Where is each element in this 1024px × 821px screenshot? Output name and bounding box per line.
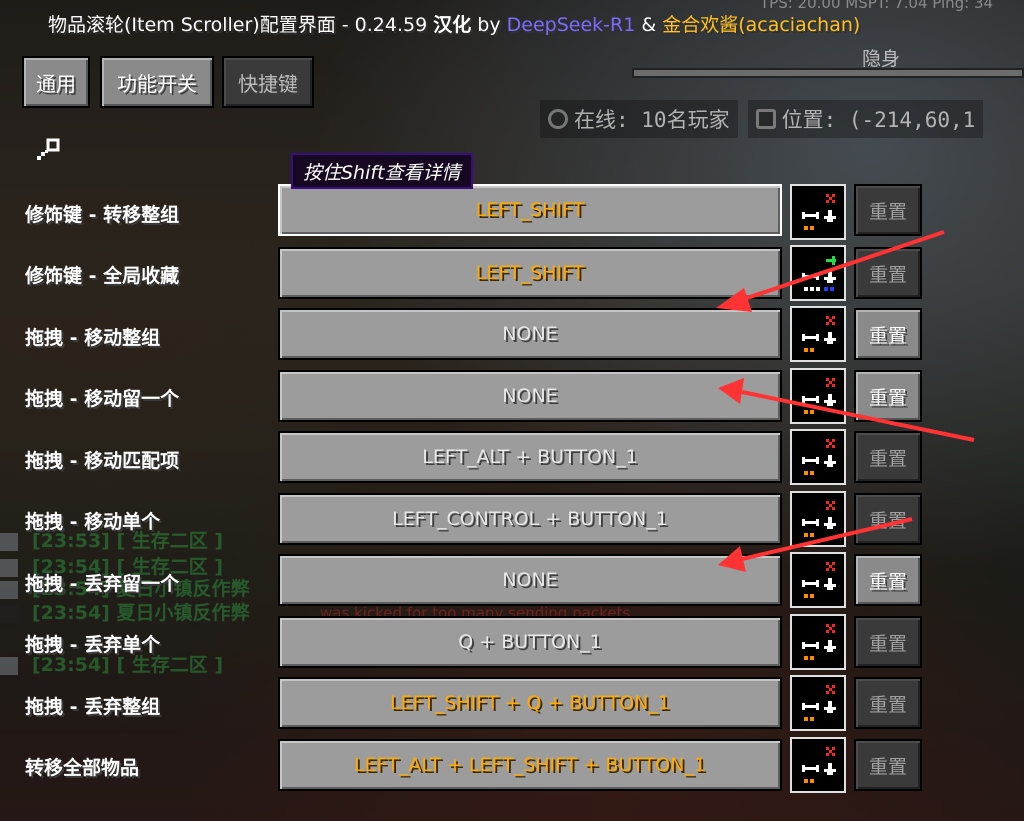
title-localized: 汉化 xyxy=(433,14,472,36)
keybind-settings-button[interactable] xyxy=(790,614,846,670)
tab-general[interactable]: 通用 xyxy=(22,56,90,108)
reset-button[interactable]: 重置 xyxy=(854,493,922,545)
keybind-settings-button[interactable] xyxy=(790,491,846,547)
row-label: 拖拽 - 移动单个 xyxy=(25,511,161,533)
title-version: 0.24.59 xyxy=(354,14,428,36)
player-head-icon xyxy=(0,604,18,623)
keybind-settings-button[interactable] xyxy=(790,245,846,301)
keybind-button[interactable]: LEFT_SHIFT xyxy=(278,247,782,299)
online-count: 在线: 10名玩家 xyxy=(574,108,730,132)
keybind-button[interactable]: LEFT_ALT + LEFT_SHIFT + BUTTON_1 xyxy=(278,739,782,791)
keybind-settings-button[interactable] xyxy=(790,429,846,485)
hud-status: 在线: 10名玩家 位置: (-214,60,1 xyxy=(540,100,984,138)
row-label: 拖拽 - 移动留一个 xyxy=(25,388,180,410)
keybind-settings-icon xyxy=(802,685,836,721)
keybind-settings-icon xyxy=(802,501,836,537)
tab-hotkeys[interactable]: 快捷键 xyxy=(222,56,314,108)
keybind-settings-button[interactable] xyxy=(790,368,846,424)
player-head-icon xyxy=(0,532,18,551)
keybind-settings-button[interactable] xyxy=(790,552,846,608)
keybind-settings-icon xyxy=(802,624,836,660)
keybind-settings-button[interactable] xyxy=(790,737,846,793)
tab-feature-toggles[interactable]: 功能开关 xyxy=(100,56,214,108)
keybind-settings-icon xyxy=(802,194,836,230)
player-head-icon xyxy=(0,580,18,599)
title-by: by xyxy=(471,14,507,36)
keybind-button[interactable]: NONE xyxy=(278,308,782,360)
keybind-button[interactable]: LEFT_CONTROL + BUTTON_1 xyxy=(278,493,782,545)
keybind-button[interactable]: Q + BUTTON_1 xyxy=(278,616,782,668)
position-chip: 位置: (-214,60,1 xyxy=(747,100,984,138)
chat-line: [23:54] 夏日小镇反作弊 xyxy=(0,598,249,625)
row-label: 拖拽 - 丢弃单个 xyxy=(25,634,161,656)
title-amp: & xyxy=(635,14,663,36)
row-label: 拖拽 - 丢弃整组 xyxy=(25,696,161,718)
keybind-button[interactable]: NONE xyxy=(278,370,782,422)
search-icon[interactable] xyxy=(34,138,62,166)
keybind-settings-icon xyxy=(802,747,836,783)
keybind-settings-icon xyxy=(802,256,836,291)
row-label: 拖拽 - 丢弃留一个 xyxy=(25,573,180,595)
row-label: 拖拽 - 移动匹配项 xyxy=(25,450,180,472)
reset-button[interactable]: 重置 xyxy=(854,677,922,729)
reset-button[interactable]: 重置 xyxy=(854,739,922,791)
clock-icon xyxy=(548,109,568,129)
hud-bar xyxy=(632,68,1024,78)
keybind-settings-icon xyxy=(802,562,836,598)
reset-button[interactable]: 重置 xyxy=(854,184,922,236)
keybind-settings-icon xyxy=(802,439,836,475)
tooltip: 按住Shift查看详情 xyxy=(291,153,473,189)
window-title: 物品滚轮(Item Scroller)配置界面 - 0.24.59 汉化 by … xyxy=(48,10,860,37)
position-readout: 位置: (-214,60,1 xyxy=(781,108,976,132)
hud-hidden-label: 隐身 xyxy=(862,48,901,70)
keybind-button[interactable]: LEFT_ALT + BUTTON_1 xyxy=(278,431,782,483)
keybind-button[interactable]: LEFT_SHIFT xyxy=(278,184,782,236)
row-label: 转移全部物品 xyxy=(25,757,140,779)
title-translator-1: DeepSeek-R1 xyxy=(506,14,636,36)
keybind-button[interactable]: NONE xyxy=(278,554,782,606)
player-head-icon xyxy=(0,656,18,675)
row-label: 拖拽 - 移动整组 xyxy=(25,327,161,349)
online-chip: 在线: 10名玩家 xyxy=(540,100,738,138)
reset-button[interactable]: 重置 xyxy=(854,308,922,360)
title-prefix: 物品滚轮(Item Scroller)配置界面 - xyxy=(48,14,355,36)
reset-button[interactable]: 重置 xyxy=(854,247,922,299)
keybind-button[interactable]: LEFT_SHIFT + Q + BUTTON_1 xyxy=(278,677,782,729)
compass-icon xyxy=(755,109,776,129)
keybind-settings-icon xyxy=(802,378,836,414)
reset-button[interactable]: 重置 xyxy=(854,370,922,422)
keybind-settings-icon xyxy=(802,316,836,352)
row-label: 修饰键 - 全局收藏 xyxy=(25,265,180,287)
keybind-settings-button[interactable] xyxy=(790,675,846,731)
keybind-settings-button[interactable] xyxy=(790,184,846,240)
reset-button[interactable]: 重置 xyxy=(854,431,922,483)
keybind-settings-button[interactable] xyxy=(790,306,846,362)
title-translator-2: 金合欢酱(acaciachan) xyxy=(662,14,861,36)
reset-button[interactable]: 重置 xyxy=(854,616,922,668)
reset-button[interactable]: 重置 xyxy=(854,554,922,606)
row-label: 修饰键 - 转移整组 xyxy=(25,204,180,226)
